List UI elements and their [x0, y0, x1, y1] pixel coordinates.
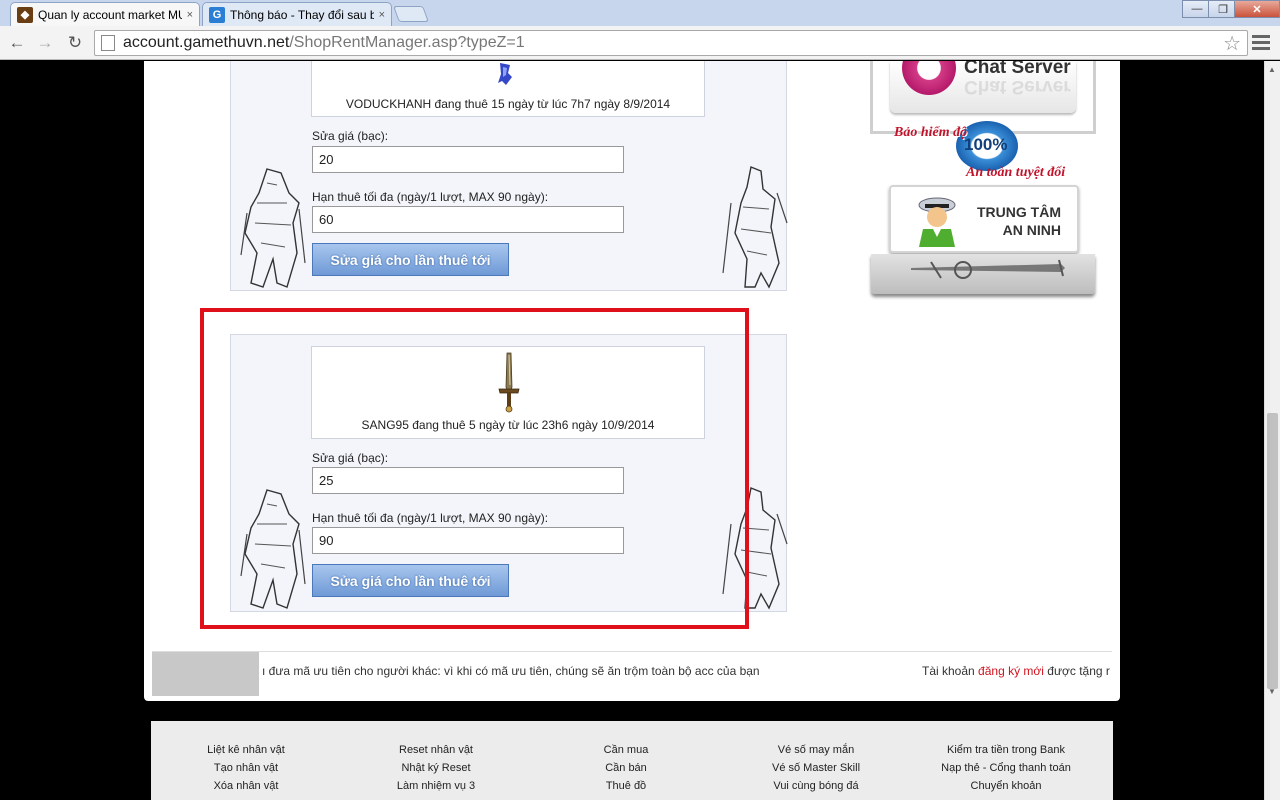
chat-logo-icon: [902, 61, 956, 95]
register-notice: Tài khoản đăng ký mới được tặng r: [922, 664, 1110, 678]
insurance-title: Bảo hiểm độ: [894, 125, 968, 140]
footer-column-lottery: Vé số may mắn Vé số Master Skill Vui cùn…: [726, 741, 906, 795]
price-label: Sửa giá (bạc):: [312, 129, 389, 143]
footer-link[interactable]: Nhật ký Reset: [346, 759, 526, 777]
renter-text: VODUCKHANH đang thuê 15 ngày từ lúc 7h7 …: [345, 97, 671, 111]
scroll-down-icon[interactable]: ▼: [1268, 687, 1276, 696]
warrior-art-right: [722, 166, 788, 289]
menu-icon[interactable]: [1252, 35, 1270, 51]
footer-link[interactable]: Chuyển khoản: [916, 777, 1096, 795]
content-panel: VODUCKHANH đang thuê 15 ngày từ lúc 7h7 …: [144, 61, 1120, 701]
sword-decoration-icon: [911, 259, 1065, 279]
bookmark-star-icon[interactable]: ☆: [1223, 31, 1241, 56]
guarantee-percent: 100%: [964, 135, 1008, 154]
back-arrow-icon[interactable]: ←: [6, 32, 28, 54]
scrollbar-thumb[interactable]: [1267, 413, 1278, 689]
warrior-art-left: [240, 168, 306, 288]
reload-icon[interactable]: ↻: [64, 32, 86, 54]
tab-announcement[interactable]: G Thông báo - Thay đổi sau bả ×: [202, 2, 392, 26]
ticker-label-block: [152, 652, 259, 696]
tab-title: Thông báo - Thay đổi sau bả: [230, 7, 374, 22]
update-price-button[interactable]: Sửa giá cho lần thuê tới: [312, 243, 509, 276]
footer-column-reset: Reset nhân vật Nhật ký Reset Làm nhiệm v…: [346, 741, 526, 795]
rent-card: VODUCKHANH đang thuê 15 ngày từ lúc 7h7 …: [230, 61, 788, 291]
insurance-badge[interactable]: 100% Bảo hiểm độ An toàn tuyệt đối: [894, 121, 1078, 185]
security-text: TRUNG TÂM AN NINH: [977, 204, 1061, 238]
tab-account-market[interactable]: ◆ Quan ly account market MU S ×: [10, 2, 200, 26]
page-viewport: VODUCKHANH đang thuê 15 ngày từ lúc 7h7 …: [0, 61, 1264, 800]
url-text: account.gamethuvn.net/ShopRentManager.as…: [123, 34, 525, 51]
chat-server-banner[interactable]: Chat Server Chat Server: [890, 61, 1076, 113]
forward-arrow-icon[interactable]: →: [34, 32, 56, 54]
tab-strip: ◆ Quan ly account market MU S × G Thông …: [0, 0, 1280, 26]
footer-link[interactable]: Vé số Master Skill: [726, 759, 906, 777]
limit-label: Hạn thuê tối đa (ngày/1 lượt, MAX 90 ngà…: [312, 190, 549, 204]
item-sprite-icon: [498, 63, 512, 85]
scroll-up-icon[interactable]: ▲: [1268, 65, 1276, 74]
register-link[interactable]: đăng ký mới: [978, 664, 1044, 678]
footer-link[interactable]: Cần bán: [536, 759, 716, 777]
footer-link[interactable]: Thuê đồ: [536, 777, 716, 795]
highlight-box: [200, 308, 749, 629]
limit-input[interactable]: [312, 206, 624, 233]
item-box: VODUCKHANH đang thuê 15 ngày từ lúc 7h7 …: [311, 61, 705, 117]
footer-column-bank: Kiểm tra tiền trong Bank Nạp thẻ - Cổng …: [916, 741, 1096, 795]
footer-link[interactable]: Reset nhân vật: [346, 741, 526, 759]
browser-toolbar: ← → ↻ account.gamethuvn.net/ShopRentMana…: [0, 26, 1280, 60]
chat-server-reflection: Chat Server: [964, 76, 1071, 97]
security-guard-icon: [918, 197, 956, 247]
footer-link[interactable]: Liệt kê nhân vật: [156, 741, 336, 759]
insurance-subtitle: An toàn tuyệt đối: [966, 165, 1066, 180]
address-bar[interactable]: account.gamethuvn.net/ShopRentManager.as…: [94, 30, 1248, 56]
page-icon: [101, 35, 115, 51]
news-ticker: ı đưa mã ưu tiên cho người khác: vì khi …: [152, 651, 1112, 696]
tab-close-icon[interactable]: ×: [187, 9, 193, 21]
footer-link[interactable]: Tạo nhân vật: [156, 759, 336, 777]
price-input[interactable]: [312, 146, 624, 173]
footer-column-characters: Liệt kê nhân vật Tạo nhân vật Xóa nhân v…: [156, 741, 336, 795]
mu-favicon-icon: ◆: [17, 6, 33, 23]
sword-banner: [871, 254, 1095, 294]
g-favicon-icon: G: [209, 6, 225, 23]
ticker-message: ı đưa mã ưu tiên cho người khác: vì khi …: [262, 664, 760, 678]
new-tab-button[interactable]: [393, 6, 429, 22]
footer-link[interactable]: Kiểm tra tiền trong Bank: [916, 741, 1096, 759]
security-center-banner[interactable]: TRUNG TÂM AN NINH: [889, 185, 1079, 253]
tab-title: Quan ly account market MU S: [38, 7, 182, 22]
footer-link[interactable]: Cần mua: [536, 741, 716, 759]
tab-close-icon[interactable]: ×: [379, 9, 385, 21]
footer-link[interactable]: Vé số may mắn: [726, 741, 906, 759]
footer-column-market: Cần mua Cần bán Thuê đồ: [536, 741, 716, 795]
vertical-scrollbar[interactable]: ▲ ▼: [1264, 61, 1280, 800]
footer-link[interactable]: Nạp thẻ - Cổng thanh toán: [916, 759, 1096, 777]
footer-link[interactable]: Làm nhiệm vụ 3: [346, 777, 526, 795]
footer-links: Liệt kê nhân vật Tạo nhân vật Xóa nhân v…: [151, 721, 1113, 800]
footer-link[interactable]: Vui cùng bóng đá: [726, 777, 906, 795]
window-close-button[interactable]: ✕: [1234, 0, 1280, 18]
footer-link[interactable]: Xóa nhân vật: [156, 777, 336, 795]
